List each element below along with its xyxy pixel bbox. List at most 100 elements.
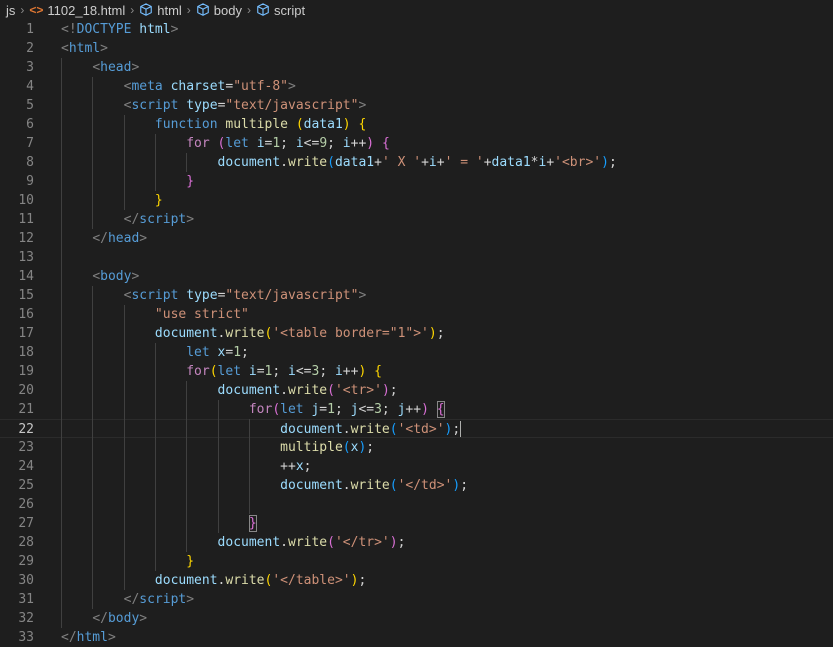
indent-guide: [186, 419, 187, 438]
indent-guide: [92, 172, 93, 191]
code-token: >: [100, 41, 108, 56]
code-text: }: [61, 172, 194, 191]
indent-guide: [155, 514, 156, 533]
code-token: document: [154, 326, 218, 341]
indent-guide: [92, 77, 93, 96]
code-token: html: [139, 22, 171, 37]
code-line[interactable]: 14 <body>: [0, 267, 833, 286]
code-token: =: [319, 402, 328, 417]
code-text: <head>: [61, 58, 139, 77]
code-token: '</table>': [272, 573, 351, 588]
code-token: multiple: [280, 440, 343, 455]
code-token: document: [217, 155, 281, 170]
line-number: 2: [26, 41, 34, 56]
breadcrumb-file-label: 1102_18.html: [47, 2, 126, 18]
indent-guide: [92, 438, 93, 457]
code-token: write: [350, 422, 390, 437]
line-number: 15: [18, 288, 34, 303]
indent-guide: [61, 77, 62, 96]
code-token: {: [381, 136, 390, 151]
code-line[interactable]: 31 </script>: [0, 590, 833, 609]
indent-guide: [92, 286, 93, 305]
line-number: 5: [26, 98, 34, 113]
code-line[interactable]: 1 <!DOCTYPE html>: [0, 20, 833, 39]
code-line[interactable]: 32 </body>: [0, 609, 833, 628]
indent-guide: [61, 381, 62, 400]
indent-guide: [92, 533, 93, 552]
code-token: ;: [280, 136, 296, 151]
code-line[interactable]: 11 </script>: [0, 210, 833, 229]
code-token: ): [601, 155, 609, 170]
code-line[interactable]: 2 <html>: [0, 39, 833, 58]
code-token: write: [288, 535, 328, 550]
indent-guide: [124, 514, 125, 533]
line-number: 12: [18, 231, 34, 246]
indent-guide: [61, 115, 62, 134]
code-token: document: [280, 478, 343, 493]
indent-guide: [218, 495, 219, 514]
breadcrumb-script[interactable]: script: [256, 3, 305, 18]
code-token: meta: [131, 79, 163, 94]
code-line[interactable]: 12 </head>: [0, 229, 833, 248]
code-token: </: [123, 592, 140, 607]
line-number: 28: [18, 535, 34, 550]
code-editor[interactable]: 1 <!DOCTYPE html> 2 <html> 3 <head> 4 <meta c…: [0, 20, 833, 647]
indent-guide: [124, 115, 125, 134]
code-line[interactable]: 5 <script type="text/javascript">: [0, 96, 833, 115]
breadcrumb-html[interactable]: html: [139, 3, 182, 18]
code-token: data1: [334, 155, 375, 170]
indent-guide: [92, 419, 93, 438]
code-token: }: [186, 554, 195, 569]
code-token: document: [280, 422, 343, 437]
code-token: }: [186, 174, 195, 189]
indent-guide: [92, 552, 93, 571]
breadcrumb-file[interactable]: <> 1102_18.html: [29, 3, 125, 18]
element-cube-icon: [139, 3, 153, 17]
line-number: 7: [26, 136, 34, 151]
indent-guide: [186, 533, 187, 552]
code-token: {: [358, 117, 367, 132]
code-token: ;: [319, 364, 335, 379]
indent-guide: [92, 400, 93, 419]
indent-guide: [92, 210, 93, 229]
indent-guide: [92, 115, 93, 134]
breadcrumb-folder[interactable]: js: [6, 3, 15, 18]
code-token: <!: [61, 22, 77, 37]
line-number: 31: [18, 592, 34, 607]
code-token: </: [61, 630, 77, 645]
breadcrumb-body[interactable]: body: [196, 3, 242, 18]
indent-guide: [92, 343, 93, 362]
indent-guide: [92, 571, 93, 590]
indent-guide: [155, 153, 156, 172]
indent-guide: [186, 438, 187, 457]
code-token: i: [342, 136, 351, 151]
code-token: "text/javascript": [225, 98, 359, 113]
code-line[interactable]: 15 <script type="text/javascript">: [0, 286, 833, 305]
breadcrumb-script-label: script: [274, 2, 306, 18]
code-token: document: [217, 535, 281, 550]
code-token: let: [280, 402, 304, 417]
line-number: 14: [18, 269, 34, 284]
code-line[interactable]: 33 </html>: [0, 628, 833, 647]
line-number: 17: [18, 326, 34, 341]
code-token: '<table border="1">': [272, 326, 429, 341]
line-number: 11: [18, 212, 34, 227]
indent-guide: [61, 476, 62, 495]
code-token: multiple: [225, 117, 288, 132]
code-token: ' X ': [381, 155, 422, 170]
code-line[interactable]: 4 <meta charset="utf-8">: [0, 77, 833, 96]
code-token: body: [100, 269, 132, 284]
code-line[interactable]: 3 <head>: [0, 58, 833, 77]
code-token: ): [389, 535, 398, 550]
indent-guide: [61, 172, 62, 191]
indent-guide: [155, 172, 156, 191]
breadcrumb-folder-label: js: [6, 2, 16, 18]
code-line[interactable]: 13: [0, 248, 833, 267]
code-token: >: [139, 231, 148, 246]
